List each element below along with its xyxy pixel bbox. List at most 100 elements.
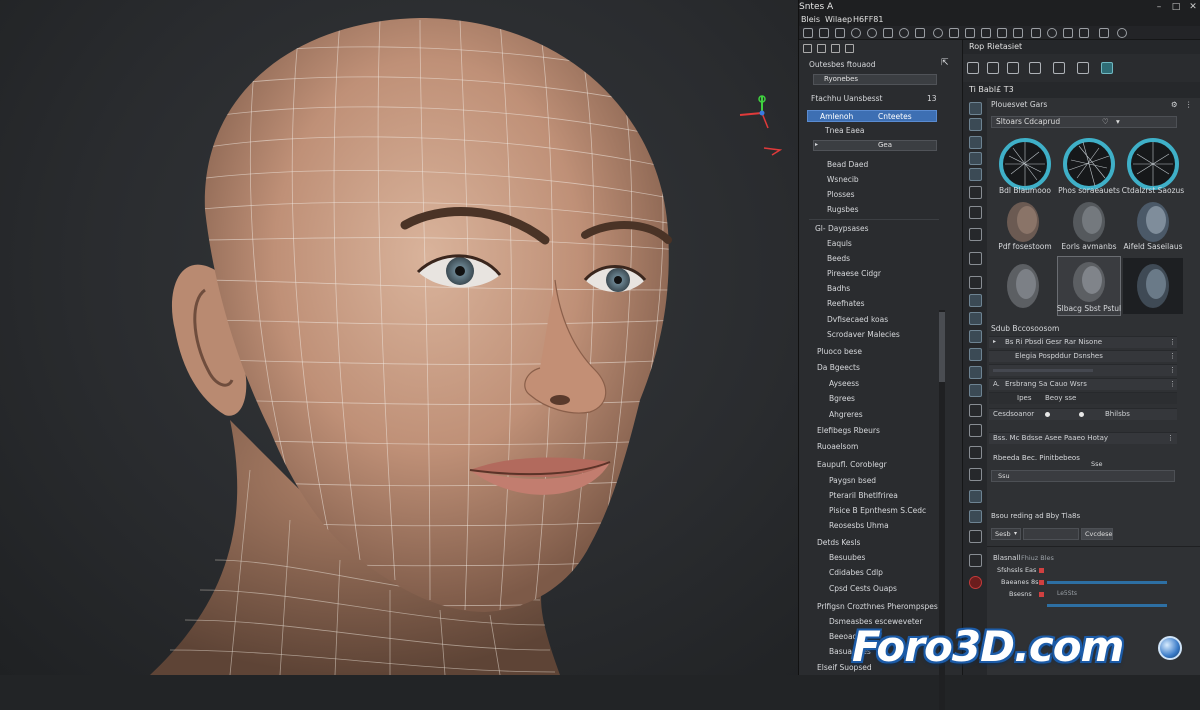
expand-icon[interactable]: ▸ xyxy=(993,338,996,345)
list-item[interactable]: Ayseess xyxy=(829,379,859,388)
group-title[interactable]: Gl- Daypsases xyxy=(815,224,869,233)
preset-thumbnail[interactable] xyxy=(1059,198,1119,248)
scrollbar-thumb[interactable] xyxy=(939,312,945,382)
preset-thumbnail[interactable] xyxy=(1123,134,1183,194)
tool-icon[interactable] xyxy=(969,366,982,379)
group-title[interactable]: Prlfigsn Crozthnes Pherompspes xyxy=(817,602,938,611)
tool-icon[interactable] xyxy=(969,468,982,481)
properties-tab-1[interactable]: Rop xyxy=(969,42,984,51)
grid-icon[interactable] xyxy=(949,28,959,38)
property-row[interactable]: A. Ersbrang Sa Cauo Wsrs ⋮ xyxy=(989,378,1177,390)
small-dropdown[interactable]: Sesb ▾ xyxy=(991,528,1021,540)
maximize-icon[interactable]: □ xyxy=(1171,2,1181,12)
more-icon[interactable]: ⋮ xyxy=(1185,100,1193,109)
filter-icon[interactable] xyxy=(803,44,812,53)
list-item[interactable]: Bead Daed xyxy=(827,160,868,169)
group-title[interactable]: Eaupufl. Coroblegr xyxy=(817,460,887,469)
select-icon[interactable] xyxy=(851,28,861,38)
3d-viewport[interactable] xyxy=(0,0,798,675)
tool-icon[interactable] xyxy=(969,294,982,307)
menu-item-3[interactable]: H6FF81 xyxy=(853,15,884,24)
tool-icon[interactable] xyxy=(969,102,982,115)
chevron-down-icon[interactable]: ▾ xyxy=(1014,529,1017,539)
menu-item-2[interactable]: Wilaep xyxy=(825,15,852,24)
more-icon[interactable]: ⋮ xyxy=(1167,434,1174,442)
group-title[interactable]: Pluoco bese xyxy=(817,347,862,356)
selected-item[interactable]: Amlenoh Cnteetes xyxy=(807,110,937,122)
record-icon[interactable] xyxy=(969,576,982,589)
list-item[interactable]: Tnea Eaea xyxy=(825,126,864,135)
list-item[interactable]: Pireaese Cidgr xyxy=(827,269,881,278)
list-item[interactable]: Beeds xyxy=(827,254,850,263)
tool-icon[interactable] xyxy=(969,252,982,265)
list-item[interactable]: Reosesbs Uhma xyxy=(829,521,889,530)
menu-item-1[interactable]: Bleis xyxy=(801,15,820,24)
heart-icon[interactable]: ♡ xyxy=(1102,117,1109,127)
tool-icon[interactable] xyxy=(969,510,982,523)
list-item[interactable]: Cdidabes Cdlp xyxy=(829,568,883,577)
tool-icon[interactable] xyxy=(969,118,982,131)
list-item[interactable]: Ahgreres xyxy=(829,410,863,419)
render-icon[interactable] xyxy=(981,28,991,38)
close-icon[interactable]: ✕ xyxy=(1188,2,1198,12)
tool-icon[interactable] xyxy=(969,276,982,289)
value-field[interactable]: Gea xyxy=(813,140,937,151)
new-file-icon[interactable] xyxy=(803,28,813,38)
group-title[interactable]: Elefibegs Rbeurs xyxy=(817,426,880,435)
visibility-icon[interactable] xyxy=(831,44,840,53)
timer-icon[interactable] xyxy=(1047,28,1057,38)
more-icon[interactable]: ⋮ xyxy=(1169,352,1176,360)
chevron-down-icon[interactable]: ▾ xyxy=(1116,117,1120,127)
search-field[interactable]: Ryonebes xyxy=(813,74,937,85)
tool-icon[interactable] xyxy=(969,206,982,219)
slider-fill[interactable] xyxy=(1047,604,1167,607)
layers-icon[interactable] xyxy=(1029,62,1041,74)
tool-icon[interactable] xyxy=(969,384,982,397)
preset-thumbnail[interactable] xyxy=(995,258,1055,314)
preset-thumbnail[interactable] xyxy=(995,198,1055,248)
snap-icon[interactable] xyxy=(915,28,925,38)
rotate-icon[interactable] xyxy=(883,28,893,38)
slider-fill[interactable] xyxy=(1047,581,1167,584)
preset-dropdown[interactable]: Sltoars Cdcaprud ♡ ▾ xyxy=(991,116,1177,128)
sort-icon[interactable] xyxy=(817,44,826,53)
tool-icon[interactable] xyxy=(969,330,982,343)
more-icon[interactable]: ⋮ xyxy=(1169,338,1176,346)
list-item[interactable]: Bgrees xyxy=(829,394,855,403)
group-title[interactable]: Ruoaelsom xyxy=(817,442,858,451)
text-input[interactable]: Ssu xyxy=(991,470,1175,482)
list-item[interactable]: Cpsd Cests Ouaps xyxy=(829,584,897,593)
tool-icon[interactable] xyxy=(969,490,982,503)
property-row[interactable]: ▸ Bs Ri Pbsdi Gesr Rar Nisone ⋮ xyxy=(989,336,1177,348)
axis-gizmo[interactable] xyxy=(739,95,783,156)
list-item[interactable]: Badhs xyxy=(827,284,850,293)
script-icon[interactable] xyxy=(1063,28,1073,38)
property-row[interactable]: Ipes Beoy sse xyxy=(989,392,1177,404)
texture-icon[interactable] xyxy=(1101,62,1113,74)
tool-icon[interactable] xyxy=(969,312,982,325)
tool-icon[interactable] xyxy=(969,168,982,181)
group-title[interactable]: Detds Kesls xyxy=(817,538,860,547)
list-item[interactable]: Wsnecib xyxy=(827,175,859,184)
settings-icon[interactable] xyxy=(1079,28,1089,38)
list-item[interactable]: Plosses xyxy=(827,190,855,199)
expand-icon[interactable]: ▸ xyxy=(815,141,818,148)
list-item[interactable]: Scrodaver Malecies xyxy=(827,330,900,339)
preset-thumbnail[interactable] xyxy=(1123,198,1183,248)
list-item[interactable]: Dvfisecaed koas xyxy=(827,315,888,324)
more-icon[interactable]: ⋮ xyxy=(1169,366,1176,374)
image-icon[interactable] xyxy=(1007,62,1019,74)
more-icon[interactable]: ⋮ xyxy=(1169,380,1176,388)
list-item[interactable]: Reefhates xyxy=(827,299,865,308)
color-swatch[interactable] xyxy=(1039,568,1044,573)
preset-thumbnail[interactable] xyxy=(995,134,1055,194)
list-item[interactable]: Eaquls xyxy=(827,239,852,248)
scale-icon[interactable] xyxy=(899,28,909,38)
window-icon[interactable] xyxy=(1099,28,1109,38)
tool-icon[interactable] xyxy=(969,348,982,361)
pivot-icon[interactable] xyxy=(933,28,943,38)
grid-view-icon[interactable] xyxy=(967,62,979,74)
layer-icon[interactable] xyxy=(965,28,975,38)
list-item[interactable]: Pisice B Epnthesm S.Cedc xyxy=(829,506,926,515)
slider-knob[interactable] xyxy=(1079,412,1084,417)
